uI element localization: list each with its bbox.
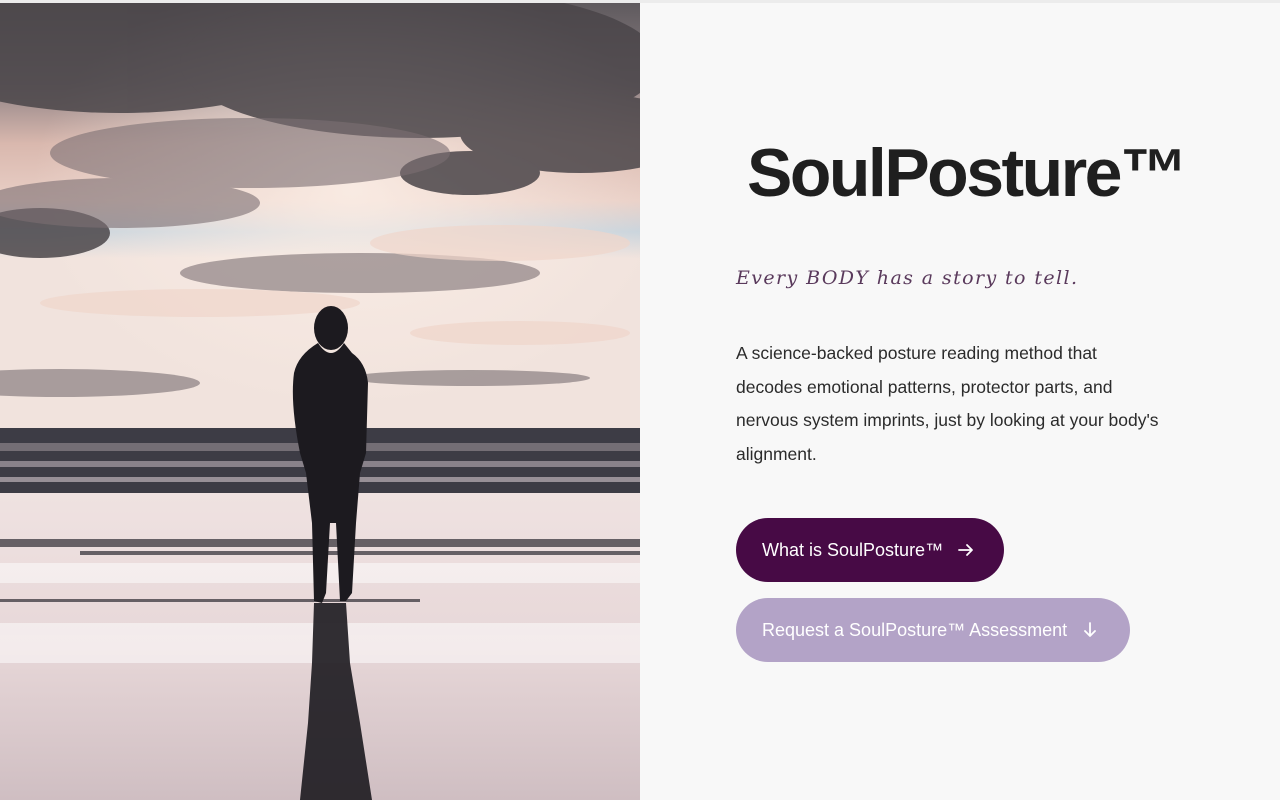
tagline: Every BODY has a story to tell. <box>736 267 1079 289</box>
hero-photo <box>0 3 640 800</box>
brand-title: SoulPosture™ <box>747 135 1188 211</box>
arrow-down-icon <box>1081 621 1099 639</box>
hero-content: SoulPosture™ Every BODY has a story to t… <box>640 3 1280 800</box>
request-assessment-label: Request a SoulPosture™ Assessment <box>762 619 1068 640</box>
description-text: A science-backed posture reading method … <box>736 343 1159 464</box>
request-assessment-button[interactable]: Request a SoulPosture™ Assessment <box>736 598 1130 662</box>
what-is-soulposture-button[interactable]: What is SoulPosture™ <box>736 518 1004 582</box>
beach-sunset-illustration <box>0 3 640 800</box>
arrow-right-icon <box>957 541 975 559</box>
what-is-soulposture-label: What is SoulPosture™ <box>762 539 944 560</box>
